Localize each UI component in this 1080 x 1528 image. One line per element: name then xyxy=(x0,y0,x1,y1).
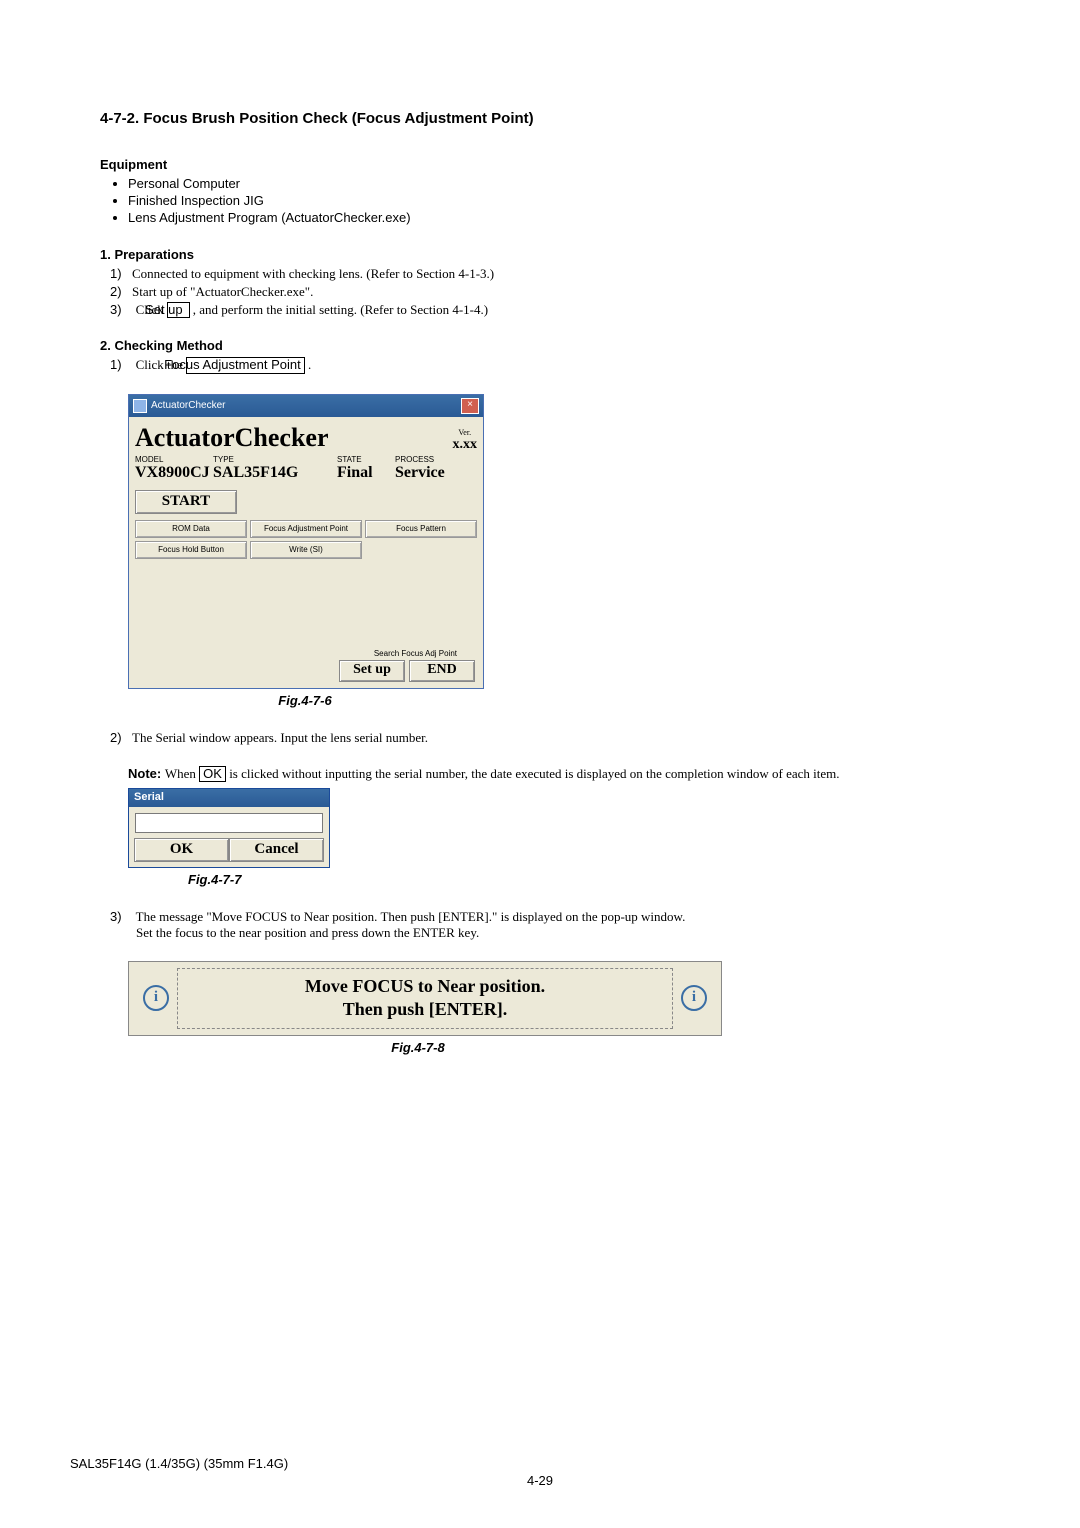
list-item: Personal Computer xyxy=(128,176,980,191)
figure-caption-477: Fig.4-7-7 xyxy=(188,872,268,887)
checking-list: Click the Focus Adjustment Point . xyxy=(100,357,980,373)
focus-pattern-button[interactable]: Focus Pattern xyxy=(365,520,477,538)
type-label: TYPE xyxy=(213,455,331,464)
type-value: SAL35F14G xyxy=(213,464,331,482)
checking-list-cont: The Serial window appears. Input the len… xyxy=(100,730,980,746)
preparations-list: Connected to equipment with checking len… xyxy=(100,266,980,318)
list-item: Lens Adjustment Program (ActuatorChecker… xyxy=(128,210,980,225)
checking-method-heading: 2. Checking Method xyxy=(100,338,980,353)
info-icon: i xyxy=(681,985,707,1011)
checking-list-cont2: The message "Move FOCUS to Near position… xyxy=(100,909,980,941)
section-title: 4-7-2. Focus Brush Position Check (Focus… xyxy=(100,110,980,127)
list-item: Finished Inspection JIG xyxy=(128,193,980,208)
info-icon: i xyxy=(143,985,169,1011)
list-item: Connected to equipment with checking len… xyxy=(110,266,980,282)
list-item: Click Set up , and perform the initial s… xyxy=(110,302,980,318)
list-item: Start up of "ActuatorChecker.exe". xyxy=(110,284,980,300)
footer-model: SAL35F14G (1.4/35G) (35mm F1.4G) xyxy=(70,1456,1010,1471)
version-value: x.xx xyxy=(453,437,478,453)
state-value: Final xyxy=(337,464,389,482)
list-item: The message "Move FOCUS to Near position… xyxy=(110,909,980,941)
model-label: MODEL xyxy=(135,455,207,464)
app-title: ActuatorChecker xyxy=(135,423,453,453)
window-titlebar: ActuatorChecker × xyxy=(129,395,483,417)
actuator-checker-window: ActuatorChecker × ActuatorChecker Ver. x… xyxy=(128,394,484,689)
list-item: The Serial window appears. Input the len… xyxy=(110,730,980,746)
process-value: Service xyxy=(395,464,465,482)
state-label: STATE xyxy=(337,455,389,464)
popup-message: i Move FOCUS to Near position. Then push… xyxy=(128,961,722,1036)
list-item: Click the Focus Adjustment Point . xyxy=(110,357,980,373)
version-label: Ver. xyxy=(453,428,478,437)
equipment-heading: Equipment xyxy=(100,157,980,172)
focus-adjustment-point-button[interactable]: Focus Adjustment Point xyxy=(250,520,362,538)
window-title: ActuatorChecker xyxy=(151,400,461,411)
setup-ref-box: Set up xyxy=(167,302,189,318)
figure-caption-478: Fig.4-7-8 xyxy=(128,1040,708,1055)
serial-dialog: Serial OK Cancel xyxy=(128,788,330,868)
search-focus-adj-label: Search Focus Adj Point xyxy=(374,649,457,658)
setup-button[interactable]: Set up xyxy=(339,660,405,682)
figure-caption-476: Fig.4-7-6 xyxy=(128,693,482,708)
start-button[interactable]: START xyxy=(135,490,237,514)
write-si-button[interactable]: Write (SI) xyxy=(250,541,362,559)
serial-input[interactable] xyxy=(135,813,323,833)
note: Note: When OK is clicked without inputti… xyxy=(128,766,980,782)
ok-button[interactable]: OK xyxy=(134,838,229,862)
end-button[interactable]: END xyxy=(409,660,475,682)
preparations-heading: 1. Preparations xyxy=(100,247,980,262)
ok-ref-box: OK xyxy=(199,766,226,782)
equipment-list: Personal Computer Finished Inspection JI… xyxy=(100,176,980,225)
app-icon xyxy=(133,399,147,413)
model-value: VX8900CJ xyxy=(135,464,207,482)
process-label: PROCESS xyxy=(395,455,465,464)
popup-text: Move FOCUS to Near position. Then push [… xyxy=(177,968,673,1029)
focus-adj-point-ref-box: Focus Adjustment Point xyxy=(186,357,305,373)
serial-titlebar: Serial xyxy=(129,789,329,807)
focus-hold-button-button[interactable]: Focus Hold Button xyxy=(135,541,247,559)
close-icon[interactable]: × xyxy=(461,398,479,414)
cancel-button[interactable]: Cancel xyxy=(229,838,324,862)
page-number: 4-29 xyxy=(70,1473,1010,1488)
rom-data-button[interactable]: ROM Data xyxy=(135,520,247,538)
